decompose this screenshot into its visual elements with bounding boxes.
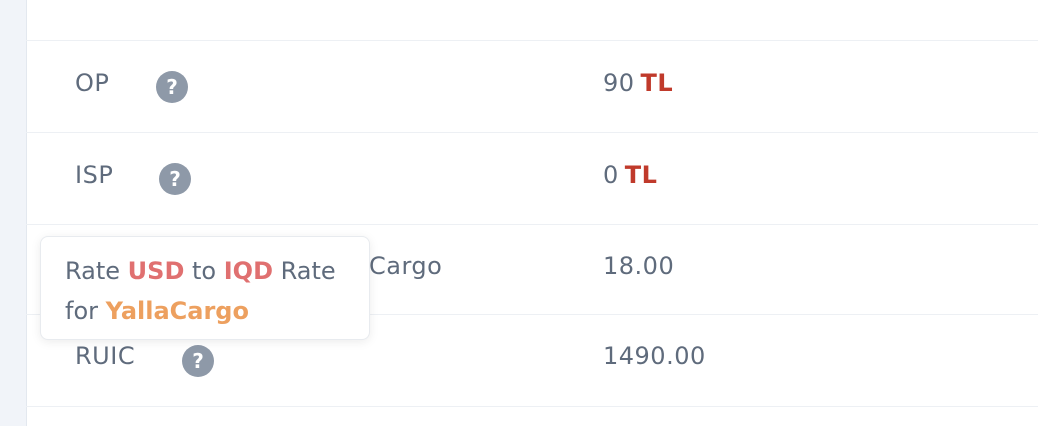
- value-number: 90: [603, 69, 635, 97]
- help-icon[interactable]: ?: [182, 345, 214, 377]
- tooltip-line-1: Rate USD to IQD Rate: [65, 251, 349, 291]
- row-label: OP: [75, 69, 110, 97]
- row-value: 18.00: [603, 252, 675, 280]
- tooltip-from-currency: USD: [127, 257, 185, 285]
- currency-code: TL: [640, 69, 674, 97]
- tooltip-company: YallaCargo: [105, 297, 249, 325]
- tooltip-word: Rate: [280, 257, 336, 285]
- row-value: 1490.00: [603, 342, 706, 370]
- row-label: ISP: [75, 161, 114, 189]
- left-gutter: [0, 0, 27, 426]
- value-number: 0: [603, 161, 619, 189]
- tooltip-word: for: [65, 297, 98, 325]
- settings-panel: OP ? 90 TL ISP ? 0 TL Cargo 18.00 RUIC ? 1…: [0, 0, 1038, 426]
- table-row-op: OP ? 90 TL: [26, 40, 1038, 133]
- help-icon[interactable]: ?: [156, 71, 188, 103]
- row-label-partial: Cargo: [369, 252, 443, 280]
- row-value: 0 TL: [603, 161, 657, 189]
- tooltip-to-currency: IQD: [223, 257, 274, 285]
- help-icon[interactable]: ?: [159, 163, 191, 195]
- table-row-isp: ISP ? 0 TL: [26, 132, 1038, 225]
- row-value: 90 TL: [603, 69, 673, 97]
- row-label: RUIC: [75, 342, 136, 370]
- tooltip-line-2: for YallaCargo: [65, 291, 349, 331]
- currency-code: TL: [624, 161, 658, 189]
- tooltip-word: Rate: [65, 257, 121, 285]
- table-row: [26, 0, 1038, 41]
- help-tooltip: Rate USD to IQD Rate for YallaCargo: [40, 236, 370, 340]
- tooltip-word: to: [192, 257, 217, 285]
